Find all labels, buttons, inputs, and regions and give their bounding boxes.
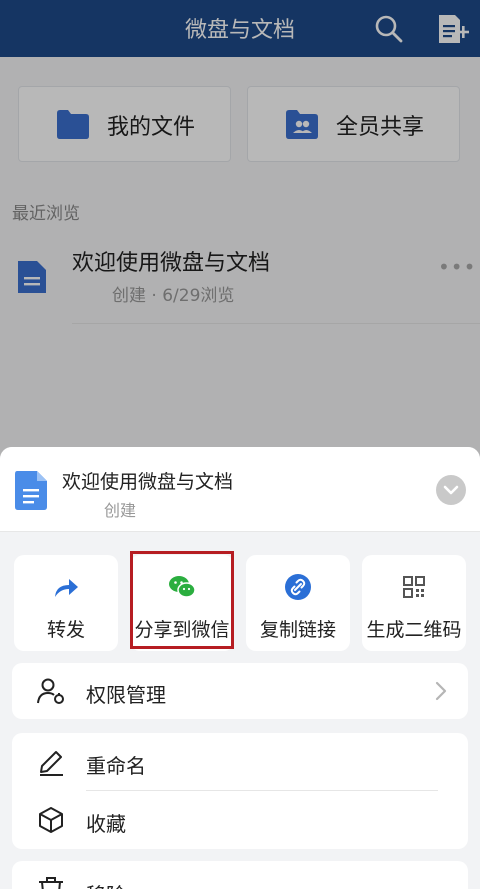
rename-label: 重命名: [86, 754, 146, 778]
chevron-down-icon: [443, 485, 459, 495]
file-options-group: 重命名 收藏: [12, 733, 468, 849]
permission-management-row[interactable]: 权限管理: [12, 663, 468, 719]
permission-label: 权限管理: [86, 683, 166, 707]
sheet-header: 欢迎使用微盘与文档 创建: [0, 447, 480, 532]
forward-label: 转发: [46, 619, 85, 641]
remove-row[interactable]: 移除: [12, 861, 468, 889]
highlight-frame: [130, 551, 234, 649]
user-permission-icon: [37, 678, 64, 704]
trash-icon: [39, 877, 63, 889]
sheet-file-sub: 创建: [104, 501, 137, 520]
forward-button[interactable]: 转发: [14, 555, 118, 651]
remove-label: 移除: [86, 879, 126, 889]
link-icon: [285, 574, 311, 600]
forward-icon: [55, 579, 78, 597]
cube-icon: [39, 807, 63, 833]
pencil-icon: [40, 751, 63, 776]
copy-link-button[interactable]: 复制链接: [246, 555, 350, 651]
favorite-row[interactable]: 收藏: [12, 791, 468, 849]
action-sheet: 欢迎使用微盘与文档 创建 转发 分享到微信 复制链接 生成二维码 权限管理 重命…: [0, 447, 480, 889]
rename-row[interactable]: 重命名: [12, 733, 468, 791]
copy-link-label: 复制链接: [259, 619, 336, 641]
collapse-button[interactable]: [436, 475, 466, 505]
favorite-label: 收藏: [86, 812, 126, 836]
generate-qrcode-button[interactable]: 生成二维码: [362, 555, 466, 651]
chevron-right-icon: [435, 681, 447, 701]
sheet-file-name: 欢迎使用微盘与文档: [62, 471, 234, 493]
generate-qrcode-label: 生成二维码: [366, 619, 462, 641]
qrcode-icon: [403, 576, 425, 598]
document-icon: [15, 471, 47, 510]
